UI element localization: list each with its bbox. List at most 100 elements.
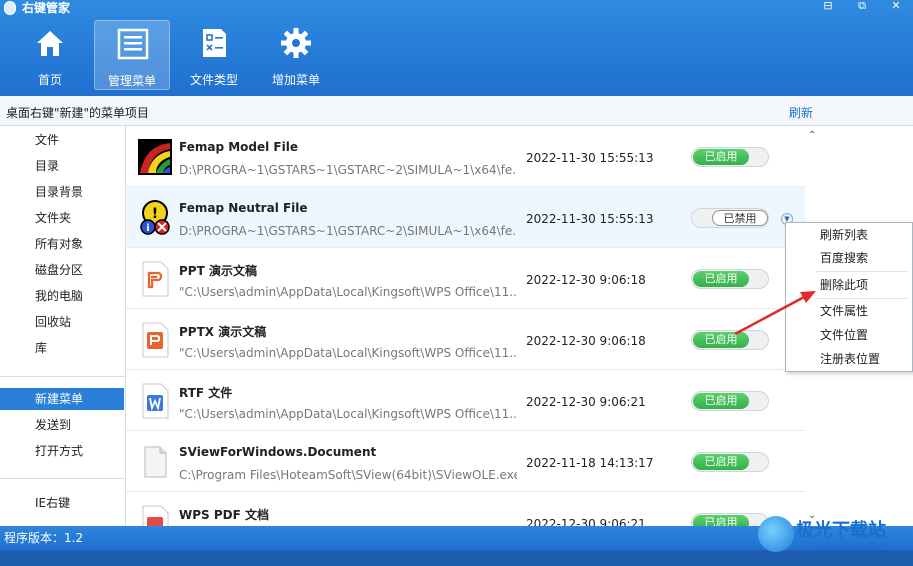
sidebar-item-library[interactable]: 库 [0,337,124,359]
enable-toggle[interactable]: 已启用 [691,269,769,289]
list-item[interactable]: ! i Femap Neutral File D:\PROGRA~1\GSTAR… [126,187,805,248]
toggle-state: 已启用 [693,271,749,287]
menu-item-file-location[interactable]: 文件位置 [786,324,912,346]
sidebar-divider [0,376,125,377]
toolbar-manage-menu-button[interactable]: 管理菜单 [94,20,170,90]
menu-item-delete[interactable]: 删除此项 [786,274,912,296]
sidebar-item-file[interactable]: 文件 [0,129,124,151]
restore-button[interactable]: ⧉ [845,0,879,14]
blank-file-icon [144,446,167,478]
svg-text:i: i [146,223,149,234]
item-path: D:\PROGRA~1\GSTARS~1\GSTARC~2\SIMULA~1\x… [179,224,517,238]
context-menu: 刷新列表 百度搜索 删除此项 文件属性 文件位置 注册表位置 [785,222,913,372]
sidebar-item-recycle-bin[interactable]: 回收站 [0,311,124,333]
section-title: 桌面右键"新建"的菜单项目 [6,106,150,120]
menu-item-refresh-list[interactable]: 刷新列表 [786,224,912,246]
item-path: "C:\Users\admin\AppData\Local\Kingsoft\W… [179,407,517,421]
file-type-icon [203,29,226,57]
item-name: WPS PDF 文档 [179,508,269,522]
toolbar-home-button[interactable]: 首页 [12,20,88,90]
main-toolbar: 首页 管理菜单 文件类型 增加菜单 [12,20,340,90]
item-name: RTF 文件 [179,386,233,400]
menu-item-list: Femap Model File D:\PROGRA~1\GSTARS~1\GS… [126,126,805,526]
toggle-state: 已启用 [693,393,749,409]
femap-model-icon [138,139,172,175]
enable-toggle[interactable]: 已启用 [691,147,769,167]
sidebar-item-directory[interactable]: 目录 [0,155,124,177]
list-item[interactable]: RTF 文件 "C:\Users\admin\AppData\Local\Kin… [126,370,805,431]
wps-pdf-icon [142,505,169,526]
item-path: C:\Program Files\HoteamSoft\SView(64bit)… [179,468,517,482]
home-icon [37,31,63,56]
menu-item-registry-location[interactable]: 注册表位置 [786,348,912,370]
toolbar-file-type-button[interactable]: 文件类型 [176,20,252,90]
sidebar-item-my-computer[interactable]: 我的电脑 [0,285,124,307]
item-time: 2022-11-30 15:55:13 [526,212,654,226]
minimize-button[interactable]: ⊟ [811,0,845,14]
list-item[interactable]: WPS PDF 文档 2022-12-30 9:06:21 已启用 [126,492,805,526]
list-item[interactable]: PPT 演示文稿 "C:\Users\admin\AppData\Local\K… [126,248,805,309]
menu-item-baidu-search[interactable]: 百度搜索 [786,247,912,269]
toggle-state: 已启用 [693,454,749,470]
sidebar-item-ie-menu[interactable]: IE右键 [0,492,124,514]
item-path: "C:\Users\admin\AppData\Local\Kingsoft\W… [179,285,517,299]
enable-toggle[interactable]: 已启用 [691,452,769,472]
toolbar-add-menu-label: 增加菜单 [271,73,320,87]
sidebar-item-folder[interactable]: 文件夹 [0,207,124,229]
enable-toggle[interactable]: 已禁用 [691,208,769,228]
sidebar: 文件 目录 目录背景 文件夹 所有对象 磁盘分区 我的电脑 回收站 库 新建菜单… [0,126,126,526]
toggle-state: 已启用 [693,332,749,348]
close-button[interactable]: ✕ [879,0,913,14]
item-name: SViewForWindows.Document [179,445,377,459]
list-item[interactable]: SViewForWindows.Document C:\Program File… [126,431,805,492]
section-header: 桌面右键"新建"的菜单项目 刷新 [0,96,913,126]
title-bar: 右键管家 ⊟ ⧉ ✕ 首页 管理菜单 文件类型 增加菜单 [0,0,913,96]
item-name: PPT 演示文稿 [179,264,257,278]
sidebar-item-new-menu[interactable]: 新建菜单 [0,388,124,410]
sidebar-item-open-with[interactable]: 打开方式 [0,440,124,462]
item-time: 2022-12-30 9:06:18 [526,273,646,287]
menu-item-file-properties[interactable]: 文件属性 [786,300,912,322]
femap-neutral-icon: ! i [140,200,170,235]
watermark-url: www.xz7.com [820,541,889,552]
item-time: 2022-12-30 9:06:21 [526,517,646,526]
item-path: "C:\Users\admin\AppData\Local\Kingsoft\W… [179,346,517,360]
version-label: 程序版本：1.2 [4,531,84,545]
refresh-link[interactable]: 刷新 [789,104,813,121]
window-controls: ⊟ ⧉ ✕ [811,0,913,14]
item-name: PPTX 演示文稿 [179,325,267,339]
item-time: 2022-11-18 14:13:17 [526,456,654,470]
sidebar-item-send-to[interactable]: 发送到 [0,414,124,436]
menu-separator [816,271,908,272]
scroll-up-icon[interactable]: ⌃ [808,130,816,141]
wps-rtf-icon [142,383,169,419]
toggle-state: 已启用 [693,149,749,165]
toolbar-add-menu-button[interactable]: 增加菜单 [258,20,334,90]
toolbar-manage-menu-label: 管理菜单 [107,74,156,88]
sidebar-item-drive[interactable]: 磁盘分区 [0,259,124,281]
toggle-state: 已禁用 [712,210,768,226]
svg-text:!: ! [152,206,158,222]
list-item[interactable]: PPTX 演示文稿 "C:\Users\admin\AppData\Local\… [126,309,805,370]
toolbar-home-label: 首页 [37,73,62,87]
gear-icon [281,28,311,58]
sidebar-divider [0,478,125,479]
watermark-logo-icon [758,516,794,552]
sidebar-item-directory-background[interactable]: 目录背景 [0,181,124,203]
enable-toggle[interactable]: 已启用 [691,391,769,411]
menu-list-icon [117,28,149,60]
item-name: Femap Neutral File [179,201,308,215]
watermark: 极光下载站 www.xz7.com [758,514,908,558]
item-path: D:\PROGRA~1\GSTARS~1\GSTARC~2\SIMULA~1\x… [179,163,517,177]
menu-separator [816,298,908,299]
window-title: 右键管家 [22,1,71,15]
toolbar-file-type-label: 文件类型 [189,73,238,87]
item-time: 2022-11-30 15:55:13 [526,151,654,165]
sidebar-item-all-objects[interactable]: 所有对象 [0,233,124,255]
item-time: 2022-12-30 9:06:21 [526,395,646,409]
toggle-state: 已启用 [693,515,749,526]
item-time: 2022-12-30 9:06:18 [526,334,646,348]
enable-toggle[interactable]: 已启用 [691,330,769,350]
list-item[interactable]: Femap Model File D:\PROGRA~1\GSTARS~1\GS… [126,126,805,187]
app-logo-icon [4,1,16,15]
